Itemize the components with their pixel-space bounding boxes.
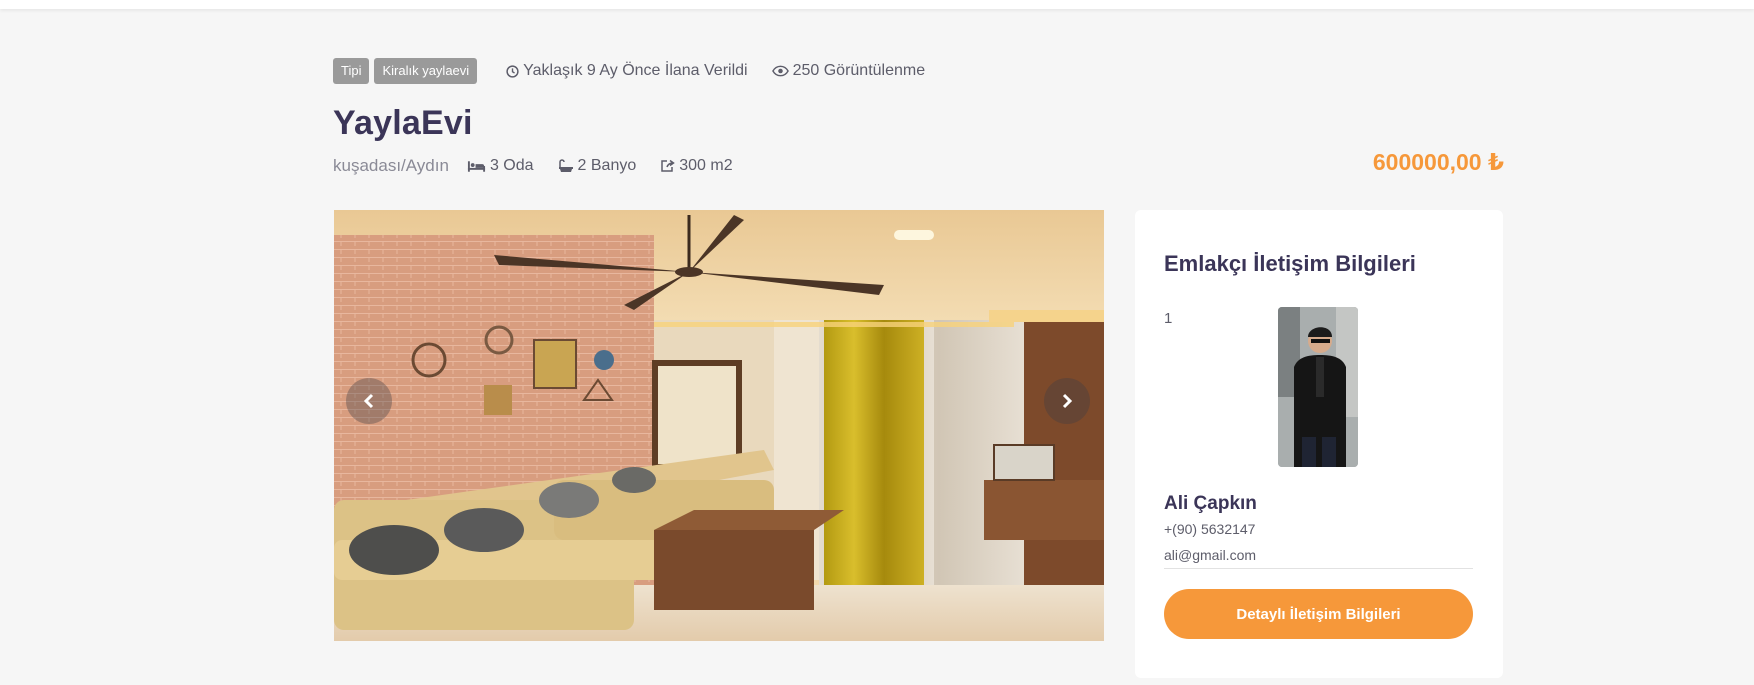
agent-index: 1	[1164, 310, 1173, 327]
photo-gallery[interactable]	[334, 210, 1104, 641]
chevron-right-icon	[1062, 393, 1073, 409]
bed-icon	[467, 160, 485, 172]
rooms-spec: 3 Oda	[467, 157, 534, 175]
location-text: kuşadası/Aydın	[333, 156, 449, 175]
card-title: Emlakçı İletişim Bilgileri	[1164, 251, 1416, 276]
divider	[1164, 568, 1473, 569]
agent-contact-card: Emlakçı İletişim Bilgileri 1 Ali Çapkın …	[1135, 210, 1503, 678]
living-room-photo	[334, 210, 1104, 641]
view-count: 250 Görüntülenme	[771, 62, 926, 80]
gallery-prev-button[interactable]	[346, 378, 392, 424]
agent-photo	[1278, 307, 1358, 467]
listing-title: YaylaEvi	[333, 104, 473, 142]
posted-date: Yaklaşık 9 Ay Önce İlana Verildi	[506, 62, 748, 80]
eye-icon	[771, 65, 789, 77]
agent-phone[interactable]: +(90) 5632147	[1164, 521, 1255, 537]
clock-icon	[506, 64, 519, 78]
gallery-next-button[interactable]	[1044, 378, 1090, 424]
area-text: 300 m2	[679, 157, 733, 174]
bathrooms-text: 2 Banyo	[577, 157, 637, 174]
agent-email[interactable]: ali@gmail.com	[1164, 547, 1256, 563]
agent-name: Ali Çapkın	[1164, 493, 1257, 514]
detailed-contact-button[interactable]: Detaylı İletişim Bilgileri	[1164, 589, 1473, 639]
share-square-icon	[661, 159, 676, 172]
type-tag[interactable]: Tipi	[333, 58, 370, 84]
rooms-text: 3 Oda	[489, 157, 534, 174]
bathrooms-spec: 2 Banyo	[558, 157, 637, 175]
view-count-text: 250 Görüntülenme	[792, 62, 926, 79]
listing-price: 600000,00 ₺	[1372, 149, 1504, 175]
bath-icon	[558, 158, 573, 172]
chevron-left-icon	[363, 393, 374, 409]
area-spec: 300 m2	[660, 157, 733, 175]
agent-avatar	[1278, 307, 1358, 467]
top-navbar	[0, 0, 1754, 9]
posted-date-text: Yaklaşık 9 Ay Önce İlana Verildi	[523, 62, 748, 79]
listing-meta-row: Tipi Kiralık yaylaevi Yaklaşık 9 Ay Önce…	[333, 58, 925, 84]
listing-specs: kuşadası/Aydın 3 Oda 2 Banyo 300 m2	[333, 153, 757, 179]
category-tag[interactable]: Kiralık yaylaevi	[374, 58, 478, 84]
